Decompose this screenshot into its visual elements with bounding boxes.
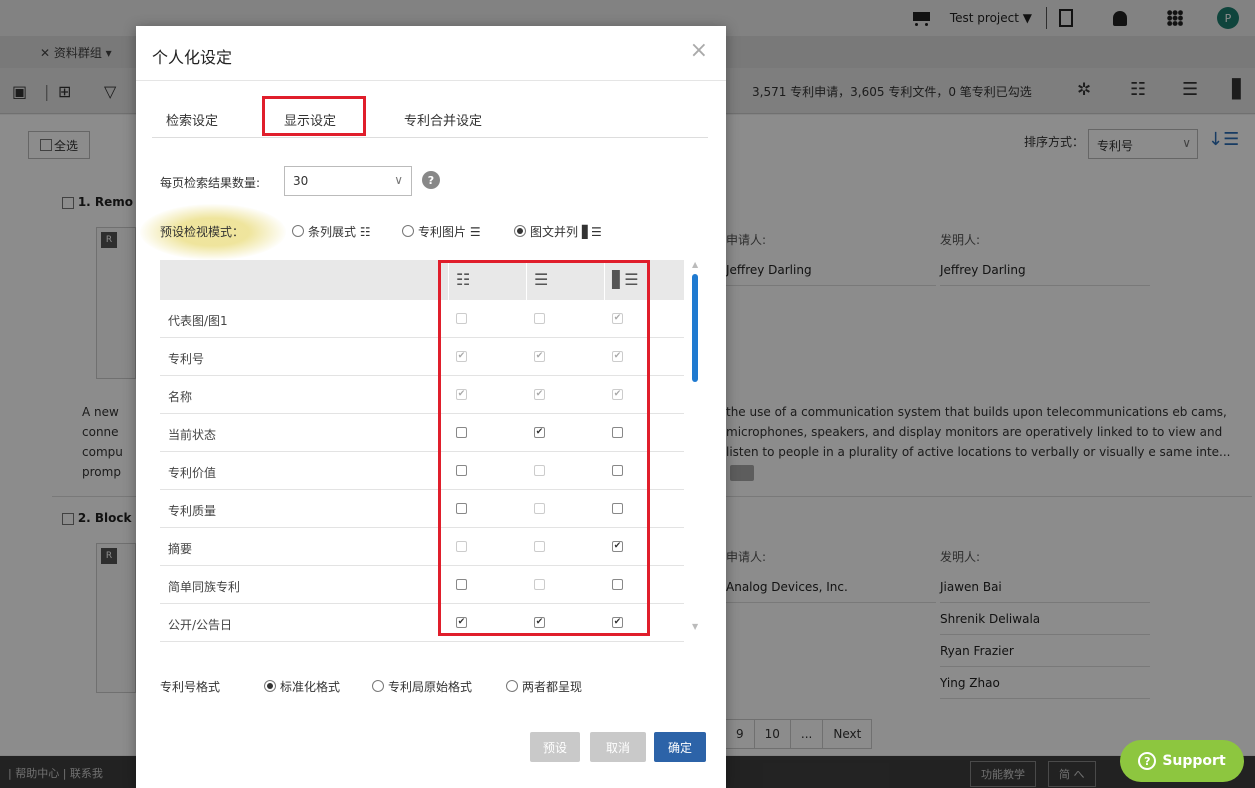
field-label: 摘要 <box>168 542 193 556</box>
tab-search-settings[interactable]: 检索设定 <box>166 110 218 129</box>
field-label: 代表图/图1 <box>168 314 228 328</box>
view-mode-label-list: 条列展式 ☷ <box>308 225 371 239</box>
support-label: Support <box>1162 753 1226 769</box>
number-format-label: 专利号格式 <box>160 680 221 694</box>
view-mode-split[interactable]: 图文并列 ▋☰ <box>514 223 602 240</box>
tab-merge-settings[interactable]: 专利合并设定 <box>404 110 482 129</box>
preset-button[interactable]: 预设 <box>530 732 580 762</box>
scroll-up-icon[interactable]: ▲ <box>692 260 698 269</box>
format-original-label: 专利局原始格式 <box>388 680 473 694</box>
field-label: 当前状态 <box>168 428 217 442</box>
view-mode-label: 预设检视模式： <box>160 225 245 239</box>
column-highlight <box>438 260 650 636</box>
field-label: 专利质量 <box>168 504 217 518</box>
radio-icon <box>506 680 518 692</box>
view-mode-image[interactable]: 专利图片 ☰ <box>402 223 481 240</box>
personalization-dialog: 个人化设定 × 检索设定 显示设定 专利合并设定 每页检索结果数量: 30 ∨ ?… <box>136 26 726 788</box>
close-icon[interactable]: × <box>690 38 708 63</box>
format-original[interactable]: 专利局原始格式 <box>372 678 472 695</box>
radio-selected-icon <box>514 225 526 237</box>
field-label: 专利号 <box>168 352 205 366</box>
format-both[interactable]: 两者都呈现 <box>506 678 582 695</box>
help-icon[interactable]: ? <box>422 171 440 189</box>
per-page-value: 30 <box>293 174 309 188</box>
support-button[interactable]: ? Support <box>1120 740 1244 782</box>
question-icon: ? <box>1138 752 1157 770</box>
view-mode-label-split: 图文并列 ▋☰ <box>530 225 602 239</box>
radio-icon <box>402 225 414 237</box>
ok-button[interactable]: 确定 <box>654 732 706 762</box>
divider <box>136 80 726 81</box>
field-label: 专利价值 <box>168 466 217 480</box>
radio-icon <box>372 680 384 692</box>
field-label: 简单同族专利 <box>168 580 241 594</box>
chevron-down-icon: ∨ <box>394 173 403 187</box>
field-label: 名称 <box>168 390 193 404</box>
scroll-down-icon[interactable]: ▼ <box>692 622 698 631</box>
scrollbar-thumb[interactable] <box>692 274 698 382</box>
radio-selected-icon <box>264 680 276 692</box>
format-standard[interactable]: 标准化格式 <box>264 678 340 695</box>
per-page-select[interactable]: 30 ∨ <box>284 166 412 196</box>
cancel-button[interactable]: 取消 <box>590 732 646 762</box>
settings-tabs: 检索设定 显示设定 专利合并设定 <box>152 96 708 138</box>
field-label: 公开/公告日 <box>168 618 233 632</box>
view-mode-list[interactable]: 条列展式 ☷ <box>292 223 371 240</box>
radio-icon <box>292 225 304 237</box>
format-both-label: 两者都呈现 <box>522 680 583 694</box>
per-page-label: 每页检索结果数量: <box>160 176 261 190</box>
format-standard-label: 标准化格式 <box>280 680 341 694</box>
view-mode-label-image: 专利图片 ☰ <box>418 225 481 239</box>
active-tab-highlight <box>262 96 366 136</box>
dialog-title: 个人化设定 <box>152 48 233 67</box>
